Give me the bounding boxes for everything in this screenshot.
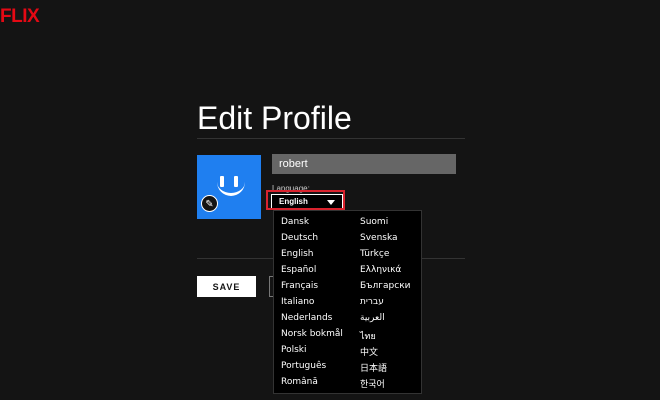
language-label: Language: xyxy=(272,184,310,193)
language-option[interactable]: Türkçe xyxy=(360,249,389,259)
language-option[interactable]: Dansk xyxy=(281,217,309,227)
language-option[interactable]: 中文 xyxy=(360,345,378,358)
language-option[interactable]: Română xyxy=(281,377,318,387)
language-option[interactable]: Español xyxy=(281,265,316,275)
netflix-logo[interactable]: FLIX xyxy=(0,6,40,28)
language-option[interactable]: Italiano xyxy=(281,297,314,307)
language-dropdown-menu: Dansk Deutsch English Español Français I… xyxy=(273,210,422,394)
language-option[interactable]: Português xyxy=(281,361,326,371)
language-option[interactable]: Français xyxy=(281,281,318,291)
language-option[interactable]: Ελληνικά xyxy=(360,265,401,275)
language-option[interactable]: Svenska xyxy=(360,233,398,243)
edit-avatar-pencil-icon[interactable]: ✎ xyxy=(201,195,218,212)
language-select[interactable]: English xyxy=(271,194,343,210)
language-option[interactable]: Български xyxy=(360,281,410,291)
language-option[interactable]: עברית xyxy=(360,297,384,307)
language-option[interactable]: Deutsch xyxy=(281,233,318,243)
divider-top xyxy=(197,138,465,139)
language-option[interactable]: ไทย xyxy=(360,329,376,343)
avatar-smile xyxy=(217,181,245,196)
language-option[interactable]: العربية xyxy=(360,313,385,323)
language-select-value: English xyxy=(279,197,308,206)
language-option[interactable]: Nederlands xyxy=(281,313,332,323)
language-option[interactable]: Norsk bokmål xyxy=(281,329,343,339)
language-option[interactable]: 日本語 xyxy=(360,361,387,374)
caret-down-icon xyxy=(327,200,335,205)
language-option[interactable]: Polski xyxy=(281,345,307,355)
profile-name-input[interactable] xyxy=(272,154,456,174)
page-title: Edit Profile xyxy=(197,100,352,136)
language-option[interactable]: Suomi xyxy=(360,217,388,227)
save-button[interactable]: SAVE xyxy=(197,276,256,297)
language-option[interactable]: English xyxy=(281,249,314,259)
language-option[interactable]: 한국어 xyxy=(360,377,385,390)
